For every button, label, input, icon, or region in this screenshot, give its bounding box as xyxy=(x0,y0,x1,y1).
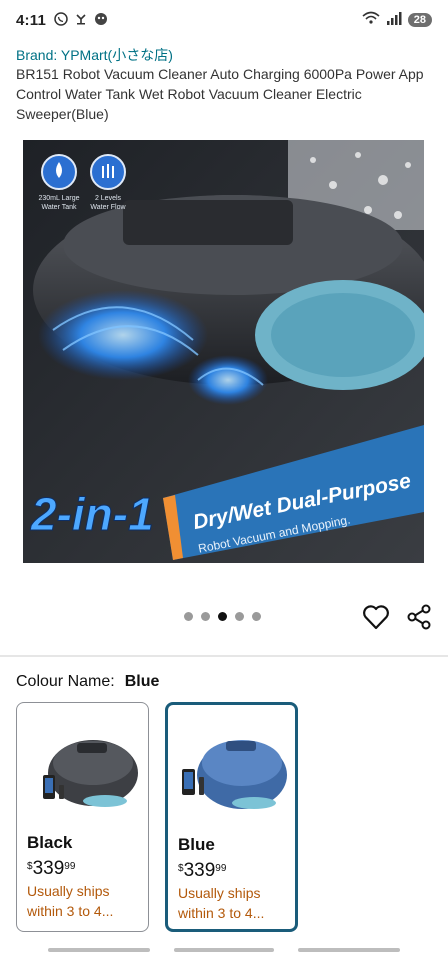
price-whole: 339 xyxy=(183,860,216,881)
brand-link[interactable]: Brand: YPMart(小さな店) xyxy=(16,45,173,65)
bottom-gesture-bar xyxy=(174,948,274,952)
status-left-icons xyxy=(54,11,108,29)
black-robot-thumbnail xyxy=(17,703,148,828)
notification-icon xyxy=(74,12,88,29)
badge2-line2: Water Flow xyxy=(90,204,126,211)
carousel-dot[interactable] xyxy=(201,612,210,621)
signal-icon xyxy=(386,11,402,30)
shipping-text: Usually ships within 3 to 4... xyxy=(27,883,114,919)
carousel-dot[interactable] xyxy=(252,612,261,621)
whatsapp-icon xyxy=(54,11,68,29)
colour-value: Blue xyxy=(124,673,160,690)
colour-row: Colour Name: Blue xyxy=(16,673,159,691)
swatch-name: Blue xyxy=(178,835,215,854)
wifi-icon xyxy=(362,11,380,30)
swatch-price: $ 339 99 xyxy=(27,858,75,880)
status-time: 4:11 xyxy=(16,11,46,29)
water-flow-badge xyxy=(90,154,126,190)
price-whole: 339 xyxy=(32,858,65,879)
carousel-dot[interactable] xyxy=(235,612,244,621)
swatch-blue[interactable]: Blue $ 339 99 Usually ships within 3 to … xyxy=(165,702,298,932)
app-icon xyxy=(94,12,108,29)
product-image[interactable]: 230mL Large Water Tank 2 Levels Water Fl… xyxy=(23,140,424,563)
price-fraction: 99 xyxy=(215,863,227,874)
product-title: BR151 Robot Vacuum Cleaner Auto Charging… xyxy=(16,66,424,122)
status-right: 28 xyxy=(362,11,432,30)
carousel-dots xyxy=(184,612,261,621)
price-fraction: 99 xyxy=(64,861,76,872)
two-in-one-text: 2-in-1 xyxy=(30,488,154,540)
colour-label: Colour Name: xyxy=(16,673,115,690)
share-icon[interactable] xyxy=(406,604,432,630)
bottom-gesture-bar xyxy=(298,948,400,952)
badge2-line1: 2 Levels xyxy=(95,195,122,202)
swatch-black[interactable]: Black $ 339 99 Usually ships within 3 to… xyxy=(16,702,149,932)
carousel-dot-active[interactable] xyxy=(218,612,227,621)
swatch-price: $ 339 99 xyxy=(178,860,226,882)
bottom-gesture-bar xyxy=(48,948,150,952)
badge1-line1: 230mL Large xyxy=(39,195,80,202)
shipping-text: Usually ships within 3 to 4... xyxy=(178,885,265,921)
water-tank-badge xyxy=(41,154,77,190)
status-bar: 4:11 28 xyxy=(0,0,448,40)
heart-icon[interactable] xyxy=(362,604,390,630)
divider xyxy=(0,655,448,657)
carousel-dot[interactable] xyxy=(184,612,193,621)
badge1-line2: Water Tank xyxy=(41,204,77,211)
battery-icon: 28 xyxy=(407,13,432,27)
swatch-name: Black xyxy=(27,833,73,852)
blue-robot-thumbnail xyxy=(168,705,295,830)
